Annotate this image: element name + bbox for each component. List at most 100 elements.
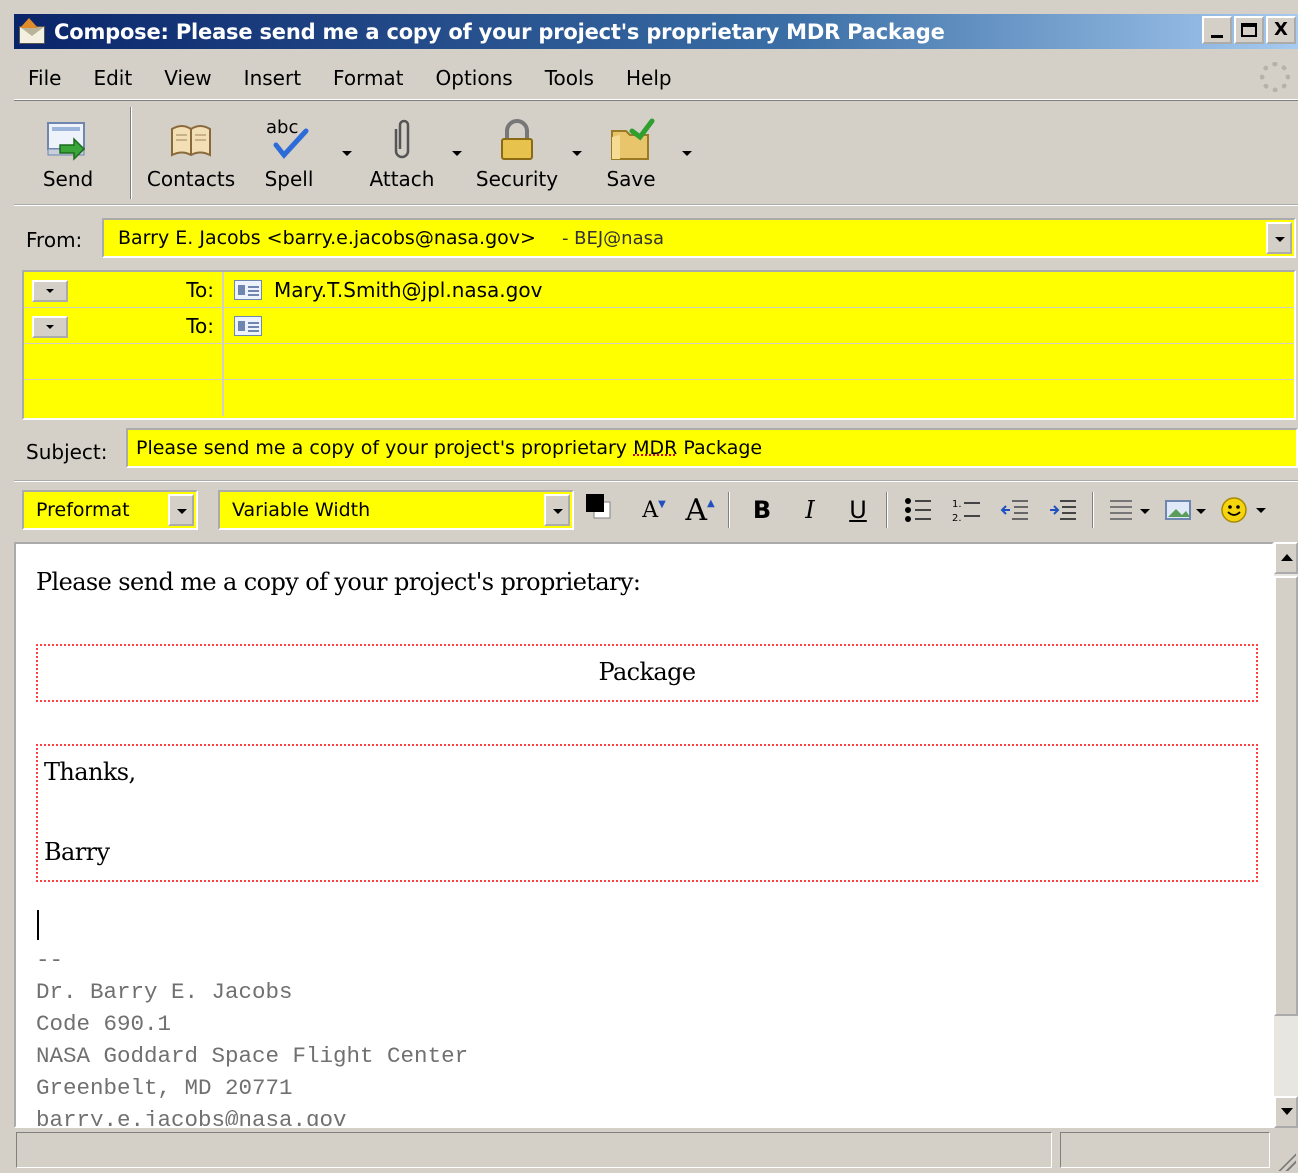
font-value: Variable Width <box>232 499 371 521</box>
save-label: Save <box>606 167 656 191</box>
font-select[interactable]: Variable Width <box>218 490 574 530</box>
security-label: Security <box>475 167 559 191</box>
scroll-down-button[interactable] <box>1274 1096 1298 1128</box>
signature-line: Greenbelt, MD 20771 <box>36 1075 293 1101</box>
status-bar <box>14 1128 1298 1173</box>
attach-dropdown-arrow[interactable] <box>452 151 462 156</box>
signature-line: Code 690.1 <box>36 1011 172 1037</box>
format-toolbar: Preformat Variable Width A ▼ A ▲ B I U 1. 2… <box>14 480 1298 536</box>
recipient-type-dropdown[interactable] <box>32 316 68 338</box>
from-identity: - BEJ@nasa <box>561 227 665 249</box>
recipient-row-empty[interactable] <box>24 380 1294 416</box>
maximize-button[interactable] <box>1234 16 1264 44</box>
address-card-icon <box>234 316 262 336</box>
save-button[interactable]: Save <box>596 105 666 201</box>
main-toolbar: Send Contacts abc Spell Attach Security <box>14 100 1298 206</box>
resize-grip-icon[interactable] <box>1278 1153 1296 1171</box>
menu-format[interactable]: Format <box>333 66 403 90</box>
menu-insert[interactable]: Insert <box>244 66 301 90</box>
format-separator <box>1092 492 1094 528</box>
contacts-book-icon <box>171 125 211 157</box>
format-separator <box>728 492 730 528</box>
paperclip-icon <box>394 119 410 159</box>
increase-font-size-icon[interactable]: A ▲ <box>682 492 718 528</box>
recipient-row-empty[interactable] <box>24 344 1294 380</box>
paragraph-style-select[interactable]: Preformat <box>22 490 198 530</box>
indent-icon[interactable] <box>1044 492 1080 528</box>
recipient-type-dropdown[interactable] <box>32 280 68 302</box>
recipient-address[interactable]: Mary.T.Smith@jpl.nasa.gov <box>274 278 542 302</box>
svg-text:abc: abc <box>266 117 298 138</box>
menu-edit[interactable]: Edit <box>93 66 132 90</box>
from-value: Barry E. Jacobs <barry.e.jacobs@nasa.gov… <box>118 227 536 249</box>
body-line-1: Please send me a copy of your project's … <box>36 568 641 596</box>
text-caret <box>37 910 39 940</box>
align-icon[interactable] <box>1106 492 1158 528</box>
signature-line: NASA Goddard Space Flight Center <box>36 1043 469 1069</box>
message-body-editor[interactable]: Please send me a copy of your project's … <box>14 542 1274 1128</box>
contacts-button[interactable]: Contacts <box>140 105 242 201</box>
status-text-pane <box>16 1132 1052 1168</box>
menu-file[interactable]: File <box>28 66 61 90</box>
subject-input[interactable]: Please send me a copy of your project's … <box>126 428 1298 468</box>
spell-dropdown-arrow[interactable] <box>342 151 352 156</box>
toolbar-separator <box>130 107 132 199</box>
menu-options[interactable]: Options <box>436 66 513 90</box>
spell-label: Spell <box>264 167 314 191</box>
close-icon: X <box>1274 19 1288 40</box>
closing-table-cell[interactable]: Thanks, Barry <box>36 744 1258 882</box>
numbered-list-icon[interactable]: 1. 2. <box>948 492 984 528</box>
throbber-icon <box>1260 62 1290 92</box>
vertical-scrollbar[interactable] <box>1274 542 1298 1128</box>
recipient-row[interactable]: To: <box>24 308 1294 344</box>
menu-help[interactable]: Help <box>626 66 672 90</box>
scroll-up-button[interactable] <box>1274 542 1298 574</box>
underline-button[interactable]: U <box>840 492 876 528</box>
text-color-icon[interactable] <box>584 492 620 528</box>
address-card-icon <box>234 280 262 300</box>
subject-row: Subject: Please send me a copy of your p… <box>14 424 1298 474</box>
package-text: Package <box>598 658 696 686</box>
from-row: From: Barry E. Jacobs <barry.e.jacobs@na… <box>14 214 1298 262</box>
smiley-icon[interactable] <box>1218 492 1276 528</box>
attach-button[interactable]: Attach <box>362 105 442 201</box>
subject-text-start: Please send me a copy of your project's … <box>136 437 634 459</box>
outdent-icon[interactable] <box>996 492 1032 528</box>
from-dropdown-button[interactable] <box>1266 222 1292 254</box>
send-button[interactable]: Send <box>28 105 108 201</box>
paragraph-style-value: Preformat <box>36 499 130 521</box>
bold-button[interactable]: B <box>744 492 780 528</box>
spell-button[interactable]: abc Spell <box>254 105 324 201</box>
recipient-row[interactable]: To: Mary.T.Smith@jpl.nasa.gov <box>24 272 1294 308</box>
paragraph-style-dropdown-button[interactable] <box>168 494 194 526</box>
italic-button[interactable]: I <box>792 492 828 528</box>
menu-tools[interactable]: Tools <box>545 66 594 90</box>
subject-text-end: Package <box>677 437 763 459</box>
send-label: Send <box>42 167 94 191</box>
window-title: Compose: Please send me a copy of your p… <box>54 19 945 44</box>
scroll-thumb[interactable] <box>1274 576 1298 1016</box>
decrease-font-size-icon[interactable]: A ▼ <box>636 492 672 528</box>
status-progress-pane <box>1060 1132 1270 1168</box>
title-bar: Compose: Please send me a copy of your p… <box>0 0 1298 56</box>
from-select[interactable]: Barry E. Jacobs <barry.e.jacobs@nasa.gov… <box>102 218 1296 258</box>
from-label: From: <box>26 228 83 252</box>
attach-label: Attach <box>369 167 435 191</box>
subject-text-misspelled: MDR <box>633 437 678 459</box>
bullet-list-icon[interactable] <box>900 492 936 528</box>
security-dropdown-arrow[interactable] <box>572 151 582 156</box>
signature-line: barry.e.jacobs@nasa.gov <box>36 1107 347 1128</box>
spell-check-icon: abc <box>266 117 309 159</box>
insert-image-icon[interactable] <box>1162 492 1214 528</box>
compose-app-icon <box>18 17 48 46</box>
menu-view[interactable]: View <box>164 66 211 90</box>
save-dropdown-arrow[interactable] <box>682 151 692 156</box>
title-bar-inner[interactable]: Compose: Please send me a copy of your p… <box>14 14 1298 49</box>
font-dropdown-button[interactable] <box>544 494 570 526</box>
minimize-button[interactable] <box>1202 16 1232 44</box>
close-button[interactable]: X <box>1266 16 1296 44</box>
svg-text:2.: 2. <box>952 513 962 523</box>
security-button[interactable]: Security <box>472 105 562 201</box>
recipient-type-label: To: <box>186 314 214 338</box>
package-table-cell[interactable]: Package <box>36 644 1258 702</box>
